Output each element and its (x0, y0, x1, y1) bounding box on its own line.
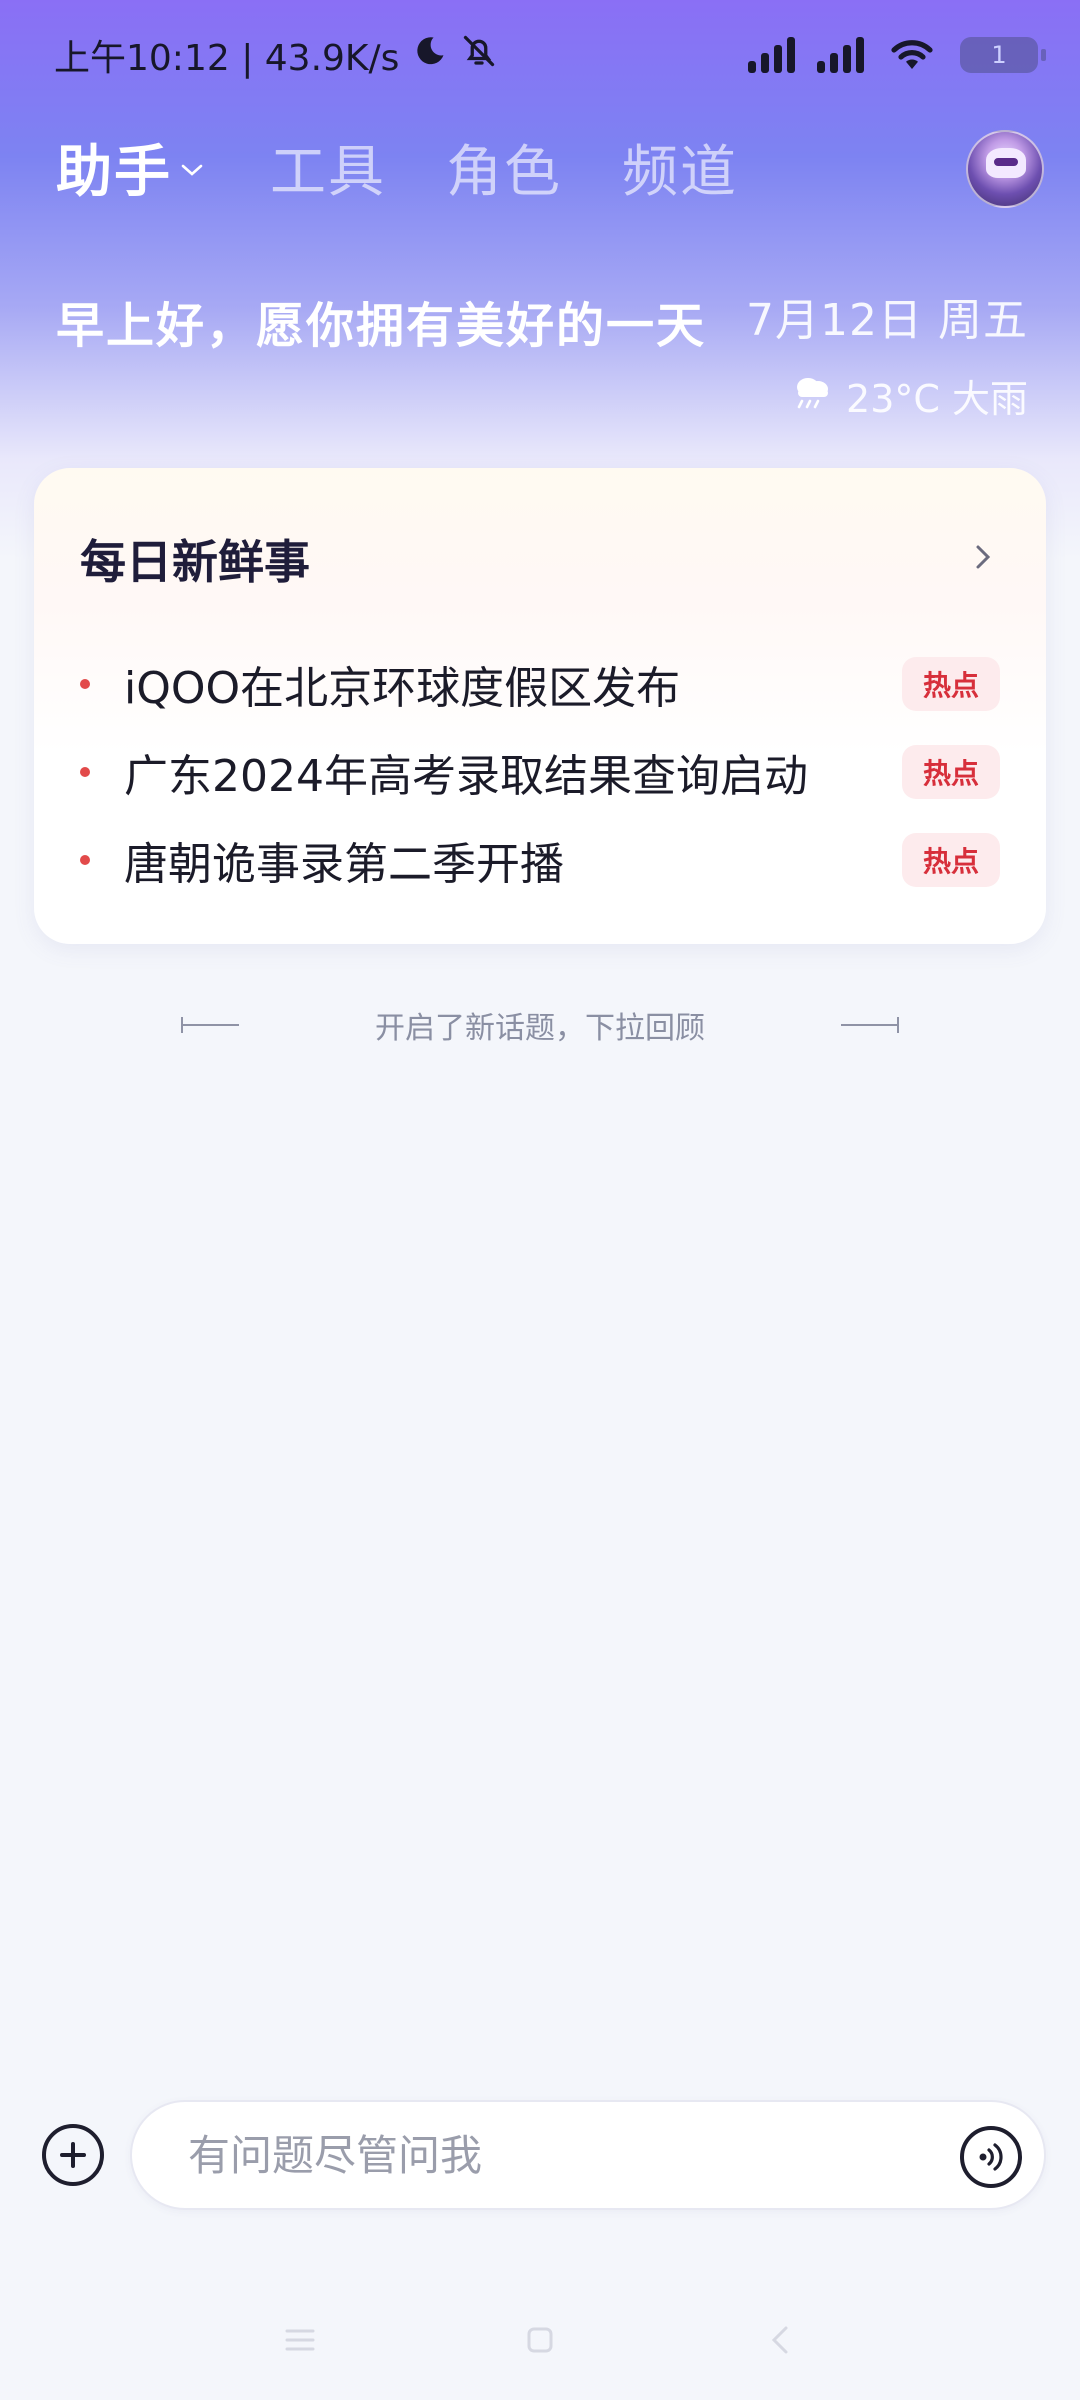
hot-badge: 热点 (902, 657, 1000, 711)
daily-news-card[interactable]: 每日新鲜事 iQOO在北京环球度假区发布 热点 广东2024年高考录取结果查询启… (34, 468, 1046, 944)
chevron-down-icon (180, 155, 204, 185)
hot-badge: 热点 (902, 833, 1000, 887)
news-item[interactable]: 广东2024年高考录取结果查询启动 热点 (80, 728, 1000, 816)
bullet-dot (80, 767, 90, 777)
back-icon[interactable] (760, 2320, 800, 2360)
weather-text: 23°C 大雨 (846, 377, 1028, 421)
date-text: 7月12日 周五 (746, 295, 1028, 346)
chat-input-container (130, 2100, 1046, 2210)
divider-line-left (181, 1017, 239, 1033)
chat-input-bar (34, 2100, 1046, 2210)
signal-icon (748, 37, 795, 73)
tab-channels[interactable]: 频道 (622, 127, 738, 208)
add-button[interactable] (42, 2124, 104, 2186)
tab-label: 助手 (56, 139, 172, 205)
chevron-right-icon[interactable] (966, 540, 1000, 574)
weather-row: 23°C 大雨 (746, 368, 1028, 423)
home-icon[interactable] (520, 2320, 560, 2360)
news-item-text: iQOO在北京环球度假区发布 (124, 663, 681, 714)
voice-wave-icon (979, 2143, 1003, 2171)
system-nav-bar (0, 2300, 1080, 2380)
avatar[interactable] (966, 130, 1044, 208)
news-list: iQOO在北京环球度假区发布 热点 广东2024年高考录取结果查询启动 热点 唐… (80, 640, 1000, 904)
battery-icon: 1 (960, 37, 1046, 73)
status-bar: 上午10:12 | 43.9K/s 1 (0, 0, 1080, 110)
topic-divider: 开启了新话题，下拉回顾 (0, 1000, 1080, 1050)
hot-badge: 热点 (902, 745, 1000, 799)
signal-icon-2 (817, 37, 864, 73)
topic-hint-text: 开启了新话题，下拉回顾 (375, 1011, 705, 1046)
rain-cloud-icon (790, 371, 834, 420)
battery-level: 1 (991, 41, 1007, 69)
wifi-icon (886, 33, 938, 77)
bullet-dot (80, 855, 90, 865)
tab-assistant[interactable]: 助手 (56, 127, 204, 208)
divider-line-right (841, 1017, 899, 1033)
chat-input[interactable] (188, 2130, 888, 2180)
news-item[interactable]: iQOO在北京环球度假区发布 热点 (80, 640, 1000, 728)
news-item[interactable]: 唐朝诡事录第二季开播 热点 (80, 816, 1000, 904)
top-nav: 助手 工具 角色 频道 (56, 122, 1044, 212)
tab-roles[interactable]: 角色 (446, 127, 562, 208)
voice-button[interactable] (960, 2126, 1022, 2188)
menu-icon[interactable] (280, 2320, 320, 2360)
date-weather: 7月12日 周五 23°C 大雨 (746, 284, 1028, 423)
moon-icon (413, 34, 447, 77)
status-time-speed: 上午10:12 | 43.9K/s (54, 38, 400, 79)
news-item-text: 唐朝诡事录第二季开播 (124, 839, 564, 890)
plus-icon (60, 2142, 86, 2168)
news-item-text: 广东2024年高考录取结果查询启动 (124, 751, 808, 802)
status-right: 1 (748, 33, 1046, 77)
bullet-dot (80, 679, 90, 689)
news-card-title: 每日新鲜事 (80, 535, 310, 589)
tab-tools[interactable]: 工具 (270, 127, 386, 208)
status-left: 上午10:12 | 43.9K/s (54, 29, 497, 81)
bell-off-icon (461, 33, 497, 78)
greeting-text: 早上好，愿你拥有美好的一天 (56, 298, 707, 354)
